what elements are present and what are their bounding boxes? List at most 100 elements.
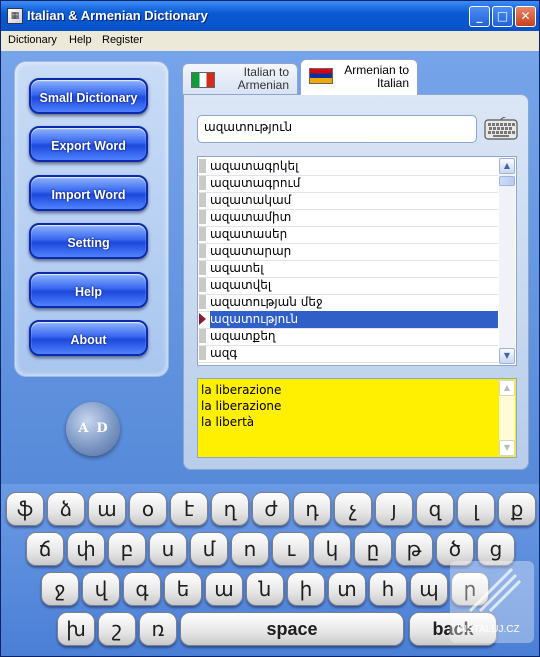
key[interactable]: ւ <box>272 532 310 566</box>
row-marker <box>199 227 206 241</box>
tab-armenian-to-italian[interactable]: Armenian to Italian <box>300 59 418 95</box>
key[interactable]: մ <box>190 532 228 566</box>
translation-scrollbar[interactable]: ▲ ▼ <box>499 380 515 456</box>
minimize-button[interactable]: _ <box>469 6 490 27</box>
about-button[interactable]: About <box>29 320 148 356</box>
list-item[interactable]: ազատակամ <box>198 192 498 210</box>
list-scrollbar[interactable]: ▲ ▼ <box>499 158 515 364</box>
translation-line: la liberazione <box>201 383 282 397</box>
list-item[interactable]: ազատվել <box>198 277 498 295</box>
list-item-selected[interactable]: ազատություն <box>198 311 498 329</box>
scroll-down-icon[interactable]: ▼ <box>499 440 515 456</box>
key[interactable]: կ <box>313 532 351 566</box>
row-marker <box>199 346 206 360</box>
app-window: ▦ Italian & Armenian Dictionary _ □ ✕ Di… <box>0 0 540 657</box>
key[interactable]: զ <box>416 492 454 526</box>
tab-italian-to-armenian[interactable]: Italian to Armenian <box>182 63 298 95</box>
key[interactable]: յ <box>375 492 413 526</box>
menu-bar: Dictionary Help Register <box>1 31 539 51</box>
menu-dictionary[interactable]: Dictionary <box>8 34 57 46</box>
armenia-flag-icon <box>309 68 333 84</box>
list-item[interactable]: ազգ <box>198 345 498 363</box>
row-marker <box>199 295 206 309</box>
maximize-button[interactable]: □ <box>492 6 513 27</box>
key[interactable]: ֆ <box>6 492 44 526</box>
key[interactable]: ի <box>287 572 325 606</box>
key[interactable]: ղ <box>211 492 249 526</box>
key[interactable]: դ <box>293 492 331 526</box>
key[interactable]: շ <box>98 612 136 646</box>
list-item[interactable]: ազատամիտ <box>198 209 498 227</box>
key[interactable]: չ <box>334 492 372 526</box>
key[interactable]: ը <box>354 532 392 566</box>
key[interactable]: ձ <box>47 492 85 526</box>
window-title: Italian & Armenian Dictionary <box>27 8 208 23</box>
menu-register[interactable]: Register <box>102 34 143 46</box>
scroll-thumb[interactable] <box>499 176 515 186</box>
help-button[interactable]: Help <box>29 272 148 308</box>
setting-button[interactable]: Setting <box>29 223 148 259</box>
word-list[interactable]: ազատագրկել ազատագրում ազատակամ ազատամիտ … <box>197 156 517 366</box>
key[interactable]: ջ <box>41 572 79 606</box>
key[interactable]: ե <box>164 572 202 606</box>
list-item[interactable]: ազատարար <box>198 243 498 261</box>
menu-help[interactable]: Help <box>69 34 92 46</box>
key[interactable]: ճ <box>26 532 64 566</box>
row-marker <box>199 159 206 173</box>
key[interactable]: բ <box>108 532 146 566</box>
key[interactable]: ո <box>231 532 269 566</box>
keyboard-icon[interactable] <box>484 117 518 141</box>
title-bar[interactable]: ▦ Italian & Armenian Dictionary _ □ ✕ <box>1 1 539 31</box>
list-item[interactable]: ազատասեր <box>198 226 498 244</box>
key[interactable]: գ <box>123 572 161 606</box>
import-word-button[interactable]: Import Word <box>29 175 148 211</box>
list-item[interactable]: ազատքեղ <box>198 328 498 346</box>
close-button[interactable]: ✕ <box>515 6 536 27</box>
scroll-up-icon[interactable]: ▲ <box>499 380 515 396</box>
row-marker <box>199 278 206 292</box>
export-word-button[interactable]: Export Word <box>29 126 148 162</box>
ad-logo: AD <box>66 402 120 456</box>
tab-label-line2: Armenian <box>237 78 289 92</box>
sidebar-panel: Small Dictionary Export Word Import Word… <box>14 61 169 377</box>
row-marker <box>199 193 206 207</box>
italy-flag-icon <box>191 72 215 88</box>
key[interactable]: խ <box>57 612 95 646</box>
key[interactable]: լ <box>457 492 495 526</box>
list-item[interactable]: ազատագրում <box>198 175 498 193</box>
key[interactable]: ռ <box>139 612 177 646</box>
key[interactable]: ս <box>149 532 187 566</box>
row-marker <box>199 210 206 224</box>
row-pointer-icon <box>199 313 206 325</box>
tab-label-line2: Italian <box>376 76 409 90</box>
row-marker <box>199 244 206 258</box>
list-item[interactable]: ազատության մեջ <box>198 294 498 312</box>
key[interactable]: ք <box>498 492 536 526</box>
key[interactable]: ժ <box>252 492 290 526</box>
watermark-text: INSTALUJ.CZ <box>457 624 520 635</box>
list-item[interactable]: ազատել <box>198 260 498 278</box>
key[interactable]: ա <box>88 492 126 526</box>
small-dictionary-button[interactable]: Small Dictionary <box>29 78 148 114</box>
watermark-icon <box>468 567 522 613</box>
app-icon: ▦ <box>7 8 23 24</box>
key[interactable]: օ <box>129 492 167 526</box>
key[interactable]: տ <box>328 572 366 606</box>
translation-box[interactable]: la liberazione la liberazione la libertà… <box>197 378 517 458</box>
row-marker <box>199 329 206 343</box>
key[interactable]: է <box>170 492 208 526</box>
row-marker <box>199 176 206 190</box>
key[interactable]: փ <box>67 532 105 566</box>
key[interactable]: ն <box>246 572 284 606</box>
key[interactable]: հ <box>369 572 407 606</box>
list-item[interactable]: ազատագրկել <box>198 158 498 176</box>
space-key[interactable]: space <box>180 612 404 646</box>
search-input[interactable]: ազատություն <box>197 115 477 143</box>
scroll-down-icon[interactable]: ▼ <box>499 348 515 364</box>
key[interactable]: թ <box>395 532 433 566</box>
row-marker <box>199 261 206 275</box>
key[interactable]: ա <box>205 572 243 606</box>
key[interactable]: պ <box>410 572 448 606</box>
key[interactable]: վ <box>82 572 120 606</box>
scroll-up-icon[interactable]: ▲ <box>499 158 515 174</box>
